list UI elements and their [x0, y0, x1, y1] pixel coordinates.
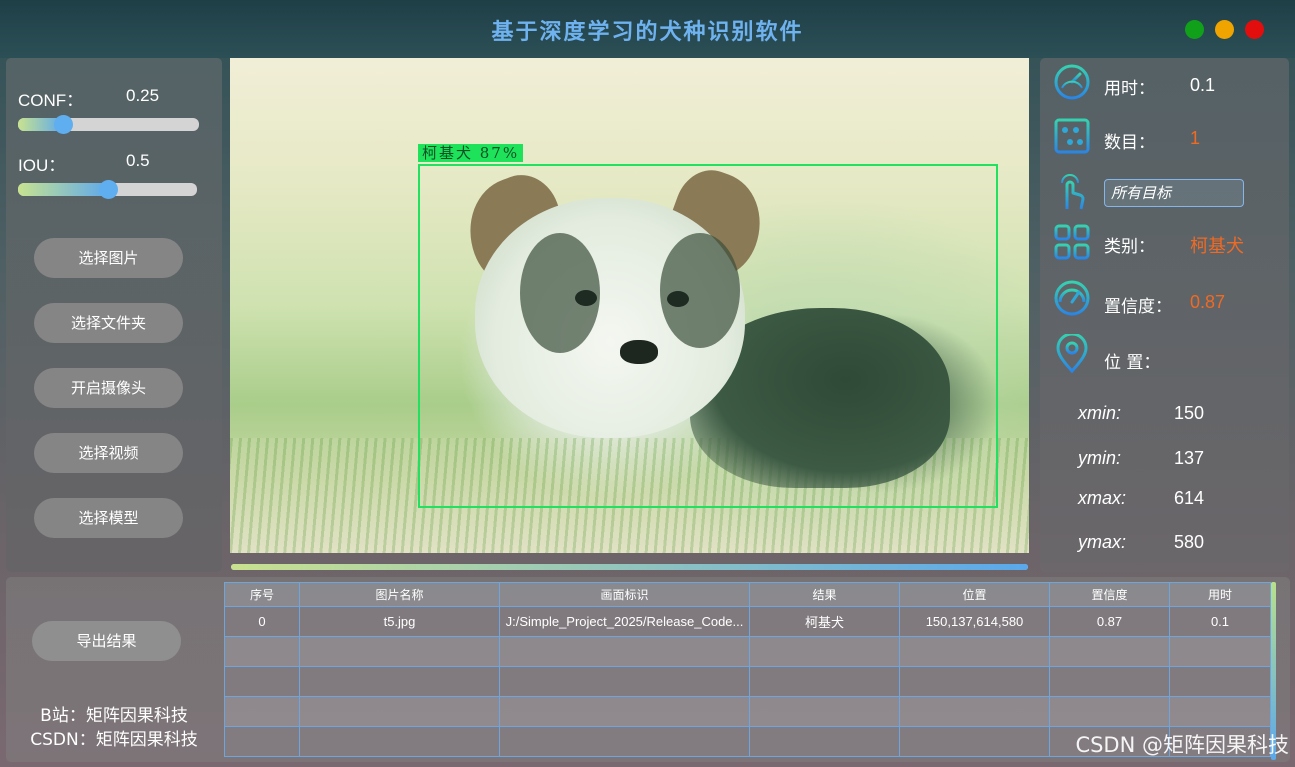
csdn-watermark: CSDN @矩阵因果科技	[1075, 733, 1289, 757]
conf-slider[interactable]	[18, 115, 199, 134]
conf-value: 0.25	[126, 86, 160, 105]
iou-value: 0.5	[126, 151, 150, 170]
location-pin-icon	[1056, 334, 1088, 374]
csdn-credit: CSDN：矩阵因果科技	[30, 730, 198, 750]
control-panel: CONF： 0.25 IOU： 0.5 选择图片 选择文件夹 开启摄像头 选择视…	[6, 58, 222, 572]
conf-label: CONF：	[18, 91, 84, 110]
table-cell[interactable]: t5.jpg	[299, 606, 500, 637]
select-video-button[interactable]: 选择视频	[34, 433, 183, 473]
column-header-position[interactable]: 位置	[899, 582, 1050, 607]
touch-hand-icon	[1061, 174, 1085, 210]
select-folder-button[interactable]: 选择文件夹	[34, 303, 183, 343]
xmin-value: 150	[1174, 403, 1205, 423]
export-results-button[interactable]: 导出结果	[32, 621, 181, 661]
detection-label: 柯基犬 87%	[418, 144, 524, 162]
minimize-button[interactable]	[1215, 20, 1234, 39]
detection-image-view: 柯基犬 87%	[230, 58, 1029, 553]
xmin-label: xmin:	[1078, 403, 1122, 423]
ymax-label: ymax:	[1078, 532, 1127, 552]
class-label: 类别：	[1104, 237, 1155, 257]
ymax-value: 580	[1174, 532, 1205, 552]
time-value: 0.1	[1190, 75, 1216, 95]
gauge-icon	[1054, 280, 1090, 316]
detection-bounding-box	[418, 164, 998, 508]
result-info-panel: 用时： 0.1 数目： 1 所有目标 类别： 柯基犬 置信度： 0.87 位 置…	[1040, 58, 1289, 572]
iou-slider-fill	[18, 183, 108, 196]
table-cell[interactable]: 0.87	[1049, 606, 1170, 637]
iou-slider-handle[interactable]	[98, 180, 118, 199]
table-cell[interactable]: 150,137,614,580	[899, 606, 1050, 637]
progress-bar	[231, 564, 1028, 570]
table-row[interactable]	[224, 696, 1271, 727]
xmax-value: 614	[1174, 488, 1205, 508]
progress-bar-fill	[231, 564, 1028, 570]
column-header-confidence[interactable]: 置信度	[1049, 582, 1170, 607]
time-label: 用时：	[1104, 79, 1155, 99]
speedometer-icon	[1054, 64, 1090, 100]
table-header-row: 序号 图片名称 画面标识 结果 位置 置信度 用时	[224, 582, 1271, 607]
column-header-image-name[interactable]: 图片名称	[299, 582, 500, 607]
table-row[interactable]: 0 t5.jpg J:/Simple_Project_2025/Release_…	[224, 606, 1271, 637]
select-model-button[interactable]: 选择模型	[34, 498, 183, 538]
confidence-value: 0.87	[1190, 292, 1226, 312]
column-header-result[interactable]: 结果	[749, 582, 900, 607]
table-cell[interactable]: 0.1	[1169, 606, 1271, 637]
app-title: 基于深度学习的犬种识别软件	[491, 19, 804, 45]
open-camera-button[interactable]: 开启摄像头	[34, 368, 183, 408]
table-cell[interactable]: J:/Simple_Project_2025/Release_Code...	[499, 606, 750, 637]
select-image-button[interactable]: 选择图片	[34, 238, 183, 278]
count-value: 1	[1190, 128, 1201, 148]
position-label: 位 置：	[1104, 353, 1161, 373]
iou-label: IOU：	[18, 156, 66, 175]
table-row[interactable]	[224, 666, 1271, 697]
ymin-label: ymin:	[1078, 448, 1122, 468]
close-button[interactable]	[1245, 20, 1264, 39]
class-value: 柯基犬	[1190, 236, 1244, 256]
xmax-label: xmax:	[1078, 488, 1127, 508]
ymin-value: 137	[1174, 448, 1205, 468]
abacus-icon	[1054, 118, 1090, 154]
conf-slider-handle[interactable]	[54, 115, 74, 134]
table-cell[interactable]: 柯基犬	[749, 606, 900, 637]
column-header-time[interactable]: 用时	[1169, 582, 1271, 607]
count-label: 数目：	[1104, 133, 1155, 153]
target-select-dropdown[interactable]: 所有目标	[1104, 179, 1244, 207]
maximize-button[interactable]	[1185, 20, 1204, 39]
table-row[interactable]	[224, 636, 1271, 667]
column-header-frame-id[interactable]: 画面标识	[499, 582, 750, 607]
title-bar: 基于深度学习的犬种识别软件	[0, 0, 1295, 58]
confidence-label: 置信度：	[1104, 297, 1172, 317]
table-cell[interactable]: 0	[224, 606, 300, 637]
column-header-index[interactable]: 序号	[224, 582, 300, 607]
iou-slider[interactable]	[18, 180, 197, 199]
bilibili-credit: B站：矩阵因果科技	[40, 706, 188, 726]
grid-categories-icon	[1054, 224, 1090, 260]
